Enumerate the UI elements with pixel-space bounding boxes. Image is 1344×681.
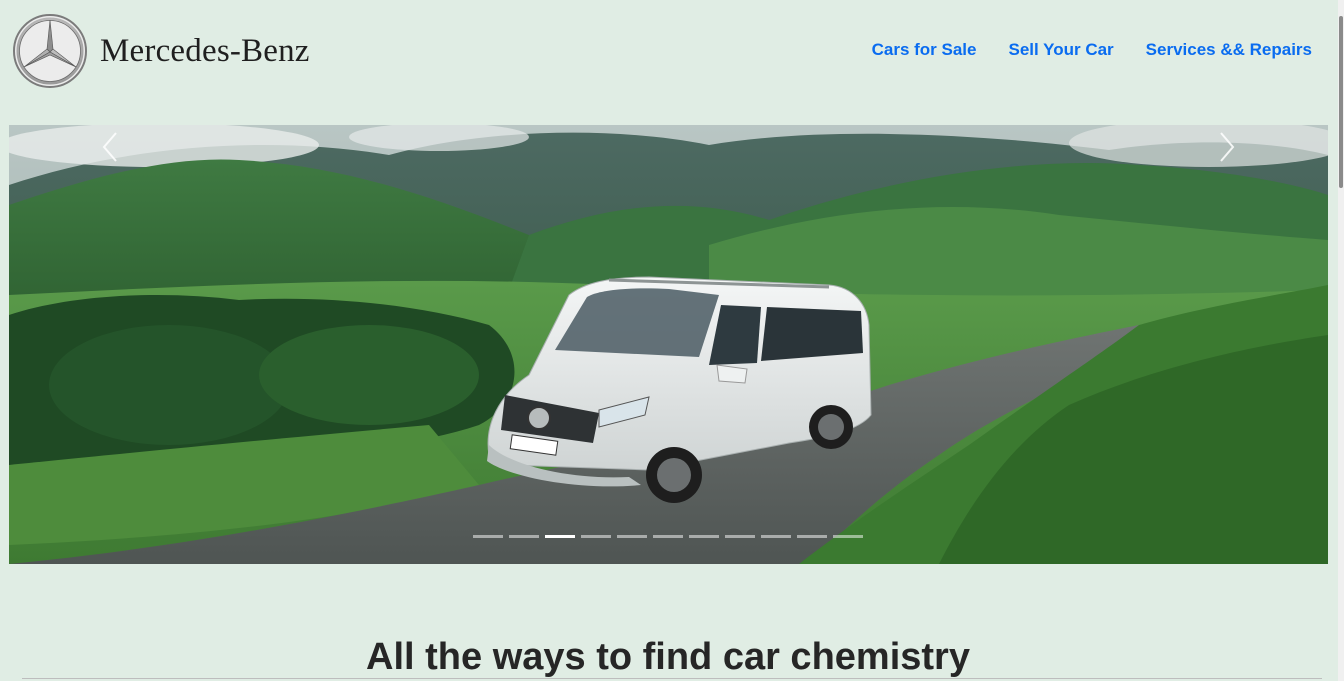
hero-image: [9, 125, 1328, 564]
carousel-next-button[interactable]: [1212, 129, 1242, 169]
carousel-indicator[interactable]: [797, 535, 827, 538]
chevron-left-icon: [100, 129, 120, 170]
hero-carousel[interactable]: [9, 125, 1328, 564]
chevron-right-icon: [1217, 129, 1237, 170]
carousel-prev-button[interactable]: [95, 129, 125, 169]
mercedes-star-icon: [12, 13, 88, 89]
main-nav: Cars for Sale Sell Your Car Services && …: [872, 40, 1312, 60]
carousel-indicator[interactable]: [833, 535, 863, 538]
brand-logo[interactable]: Mercedes-Benz: [12, 13, 310, 89]
nav-cars-for-sale[interactable]: Cars for Sale: [872, 40, 977, 60]
site-header: Mercedes-Benz Cars for Sale Sell Your Ca…: [0, 0, 1344, 110]
carousel-indicators: [473, 535, 863, 538]
carousel-indicator[interactable]: [617, 535, 647, 538]
carousel-indicator[interactable]: [509, 535, 539, 538]
nav-sell-your-car[interactable]: Sell Your Car: [1008, 40, 1113, 60]
carousel-indicator[interactable]: [473, 535, 503, 538]
carousel-indicator[interactable]: [545, 535, 575, 538]
page-headline: All the ways to find car chemistry: [366, 636, 970, 678]
carousel-indicator[interactable]: [689, 535, 719, 538]
page-scrollbar[interactable]: [1338, 0, 1344, 681]
carousel-indicator[interactable]: [725, 535, 755, 538]
carousel-indicator[interactable]: [653, 535, 683, 538]
nav-services-repairs[interactable]: Services && Repairs: [1146, 40, 1312, 60]
carousel-indicator[interactable]: [761, 535, 791, 538]
page: Mercedes-Benz Cars for Sale Sell Your Ca…: [0, 0, 1344, 681]
brand-name: Mercedes-Benz: [100, 32, 310, 69]
carousel-indicator[interactable]: [581, 535, 611, 538]
divider: [22, 678, 1322, 679]
scrollbar-thumb[interactable]: [1339, 16, 1343, 188]
